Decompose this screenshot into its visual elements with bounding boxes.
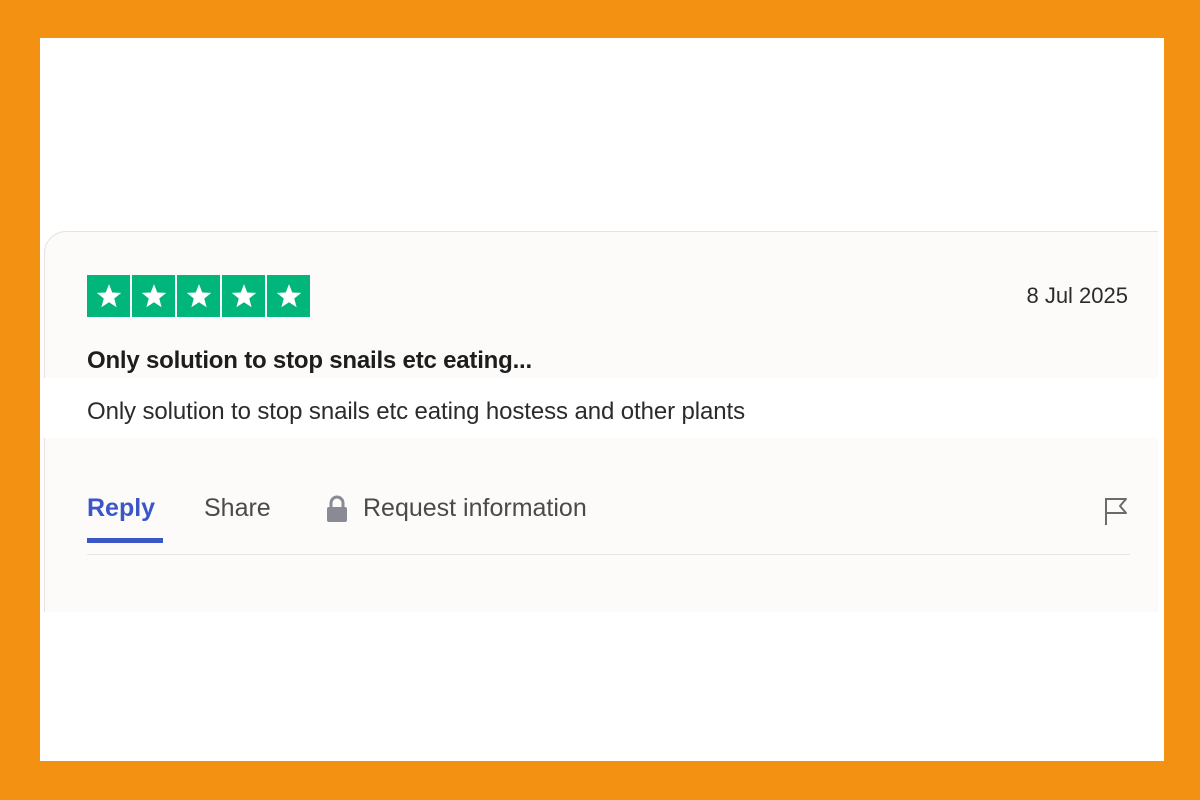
screenshot-canvas: 8 Jul 2025 Only solution to stop snails … — [40, 38, 1164, 761]
orange-frame: 8 Jul 2025 Only solution to stop snails … — [0, 0, 1200, 800]
star-icon — [267, 275, 310, 317]
review-date: 8 Jul 2025 — [1026, 283, 1128, 308]
star-icon — [87, 275, 130, 317]
star-icon — [177, 275, 220, 317]
reply-label: Reply — [87, 494, 156, 522]
review-actions: Reply Share Request information — [87, 488, 1130, 555]
share-button[interactable]: Share — [204, 494, 271, 523]
reply-tab[interactable]: Reply — [87, 494, 163, 543]
lock-icon — [325, 495, 349, 523]
review-title[interactable]: Only solution to stop snails etc eating.… — [87, 347, 532, 375]
request-information-label: Request information — [363, 494, 587, 522]
star-icon — [222, 275, 265, 317]
star-rating — [87, 275, 310, 317]
review-body: Only solution to stop snails etc eating … — [87, 398, 745, 425]
flag-icon[interactable] — [1102, 496, 1130, 526]
star-icon — [132, 275, 175, 317]
active-tab-indicator — [87, 538, 163, 543]
request-information-button[interactable]: Request information — [325, 494, 587, 523]
share-label: Share — [204, 494, 271, 522]
